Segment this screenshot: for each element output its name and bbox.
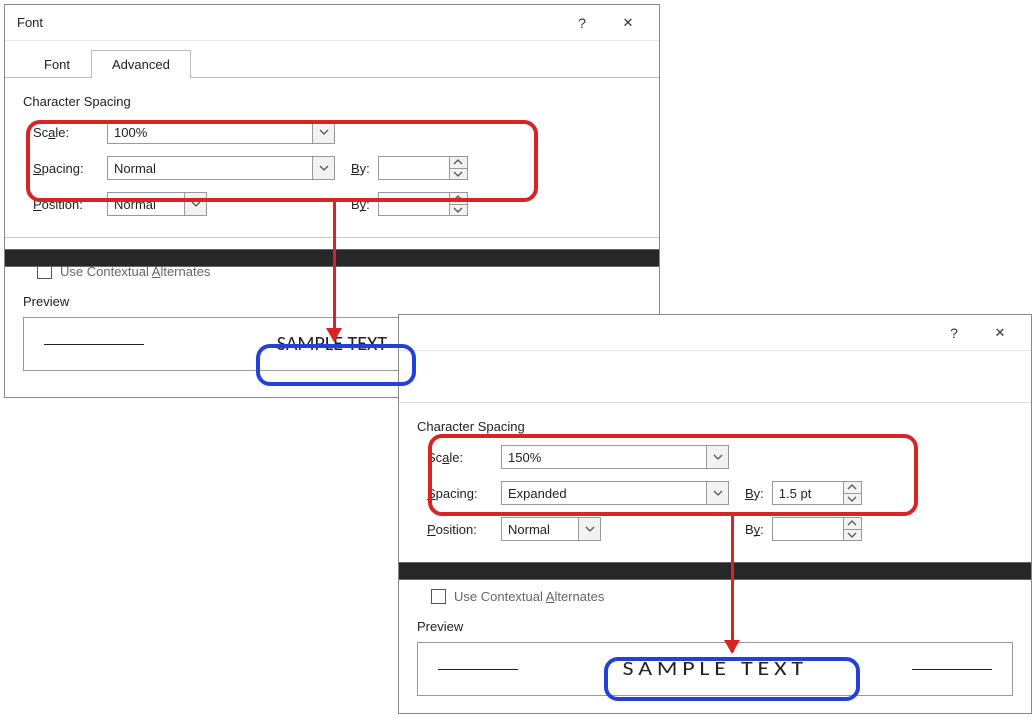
alternates-label: Use Contextual Alternates xyxy=(454,589,604,604)
preview-label: Preview xyxy=(417,619,1013,634)
dialog-title: Font xyxy=(17,15,559,30)
spinner-icon[interactable] xyxy=(449,157,467,179)
scale-label: Scale: xyxy=(427,450,501,465)
font-dialog-2: ? ✕ Character Spacing Scale: 150% Spacin… xyxy=(398,314,1032,714)
dialog-body: Character Spacing Scale: 150% Spacing: E… xyxy=(399,403,1031,562)
titlebar: ? ✕ xyxy=(399,315,1031,351)
row-scale: Scale: 100% xyxy=(23,117,641,147)
preview-sample-text: SAMPLE TEXT xyxy=(622,657,807,681)
window-gap xyxy=(399,562,1031,580)
row-scale: Scale: 150% xyxy=(417,442,1013,472)
group-character-spacing: Character Spacing xyxy=(23,94,641,109)
scale-combo[interactable]: 100% xyxy=(107,120,335,144)
scale-label: Scale: xyxy=(33,125,107,140)
spinner-icon[interactable] xyxy=(843,482,861,504)
dialog-body: Character Spacing Scale: 100% Spacing: N… xyxy=(5,78,659,237)
position-combo[interactable]: Normal xyxy=(107,192,207,216)
preview-underline-left xyxy=(44,344,144,345)
spacing-by-input[interactable] xyxy=(378,156,468,180)
chevron-down-icon[interactable] xyxy=(706,482,728,504)
position-label: Position: xyxy=(427,522,501,537)
spacing-by-input[interactable]: 1.5 pt xyxy=(772,481,862,505)
spacing-combo[interactable]: Expanded xyxy=(501,481,729,505)
chevron-down-icon[interactable] xyxy=(312,157,334,179)
tabstrip: Font Advanced xyxy=(5,41,659,78)
help-button[interactable]: ? xyxy=(931,317,977,349)
preview-underline-right xyxy=(912,669,992,670)
alternates-checkbox[interactable] xyxy=(431,589,446,604)
tab-font[interactable]: Font xyxy=(23,50,91,78)
position-label: Position: xyxy=(33,197,107,212)
position-by-input[interactable] xyxy=(772,517,862,541)
chevron-down-icon[interactable] xyxy=(184,193,206,215)
close-button[interactable]: ✕ xyxy=(977,317,1023,349)
titlebar: Font ? ✕ xyxy=(5,5,659,41)
spinner-icon[interactable] xyxy=(843,518,861,540)
preview-box: SAMPLE TEXT xyxy=(417,642,1013,696)
dialog-body-lower: Use Contextual Alternates Preview SAMPLE… xyxy=(399,562,1031,708)
chevron-down-icon[interactable] xyxy=(312,121,334,143)
spacing-label: Spacing: xyxy=(427,486,501,501)
row-position: Position: Normal By: xyxy=(23,189,641,219)
help-button[interactable]: ? xyxy=(559,7,605,39)
group-character-spacing: Character Spacing xyxy=(417,419,1013,434)
spacing-by-label: By: xyxy=(745,486,764,501)
spinner-icon[interactable] xyxy=(449,193,467,215)
row-spacing: Spacing: Expanded By: 1.5 pt xyxy=(417,478,1013,508)
chevron-down-icon[interactable] xyxy=(706,446,728,468)
row-spacing: Spacing: Normal By: xyxy=(23,153,641,183)
chevron-down-icon[interactable] xyxy=(578,518,600,540)
tab-advanced[interactable]: Advanced xyxy=(91,50,191,78)
scale-combo[interactable]: 150% xyxy=(501,445,729,469)
window-gap xyxy=(5,249,659,267)
row-position: Position: Normal By: xyxy=(417,514,1013,544)
position-by-label: By: xyxy=(745,522,764,537)
spacing-combo[interactable]: Normal xyxy=(107,156,335,180)
position-combo[interactable]: Normal xyxy=(501,517,601,541)
position-by-input[interactable] xyxy=(378,192,468,216)
preview-underline-left xyxy=(438,669,518,670)
close-button[interactable]: ✕ xyxy=(605,7,651,39)
position-by-label: By: xyxy=(351,197,370,212)
spacing-by-label: By: xyxy=(351,161,370,176)
preview-label: Preview xyxy=(23,294,641,309)
spacing-label: Spacing: xyxy=(33,161,107,176)
preview-sample-text: SAMPLE TEXT xyxy=(277,332,387,356)
row-alternates: Use Contextual Alternates xyxy=(417,581,1013,611)
